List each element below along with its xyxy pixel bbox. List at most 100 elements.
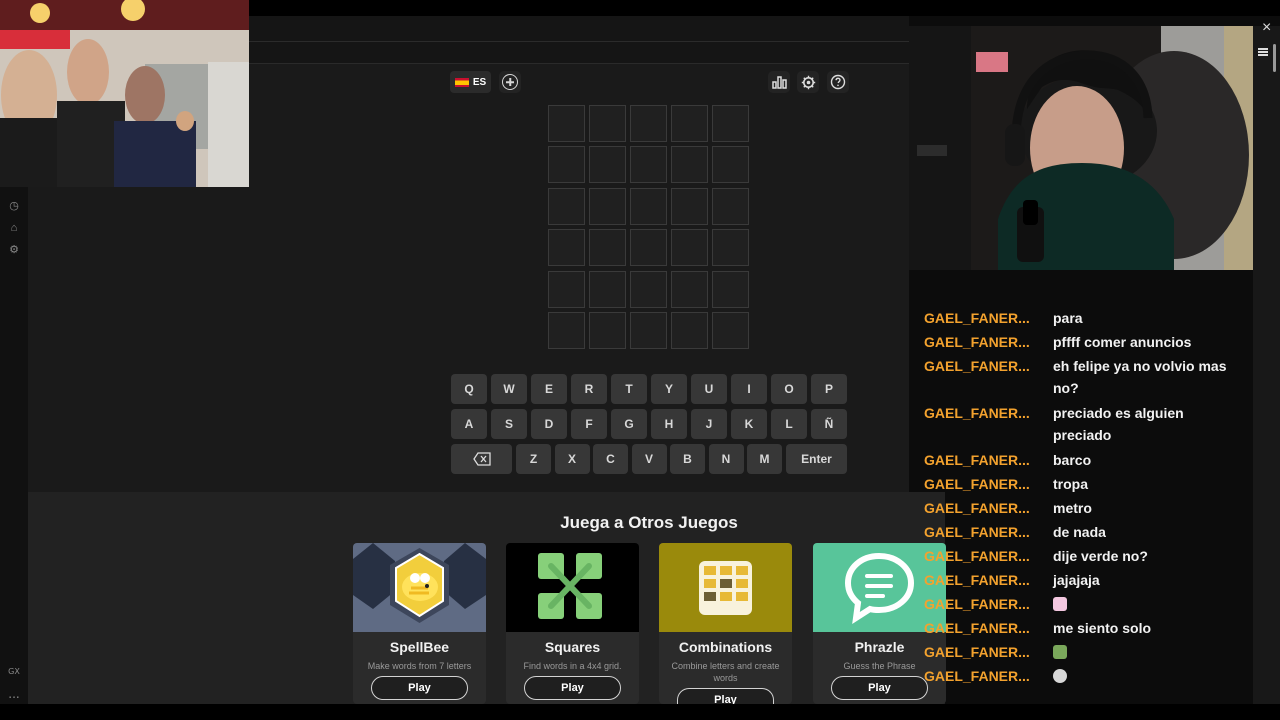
squares-card[interactable]: Squares Find words in a 4x4 grid. Play: [506, 543, 639, 704]
letter-tile: [630, 105, 667, 142]
letter-tile: [671, 146, 708, 184]
guest-camera-image: [0, 0, 249, 187]
key-i[interactable]: I: [731, 374, 767, 404]
extensions-icon[interactable]: ⌂: [7, 221, 21, 235]
backspace-icon: [472, 452, 491, 466]
squares-play-button[interactable]: Play: [524, 676, 621, 700]
chat-username[interactable]: GAEL_FANER...: [924, 331, 1042, 353]
letter-tile: [548, 311, 585, 349]
squares-description: Find words in a 4x4 grid.: [523, 661, 622, 671]
bee-icon: [353, 543, 486, 632]
gx-label[interactable]: GX: [4, 667, 24, 676]
key-c[interactable]: C: [593, 444, 628, 474]
backspace-key[interactable]: [451, 444, 512, 474]
spellbee-card[interactable]: SpellBee Make words from 7 letters Play: [353, 543, 486, 704]
settings-button[interactable]: [797, 71, 819, 93]
key-p[interactable]: P: [811, 374, 847, 404]
chat-username[interactable]: GAEL_FANER...: [924, 402, 1042, 424]
letter-tile: [548, 105, 585, 142]
key-z[interactable]: Z: [516, 444, 551, 474]
key-s[interactable]: S: [491, 409, 527, 439]
letter-tile: [712, 270, 749, 308]
chat-scrollbar[interactable]: [1273, 44, 1276, 72]
key-w[interactable]: W: [491, 374, 527, 404]
combinations-description: Combine letters and create words: [671, 661, 780, 683]
chat-username[interactable]: GAEL_FANER...: [924, 307, 1042, 329]
phrazle-description: Guess the Phrase: [843, 661, 916, 671]
key-l[interactable]: L: [771, 409, 807, 439]
settings-icon[interactable]: ⚙: [7, 243, 21, 257]
guess-grid: [548, 105, 750, 349]
key-m[interactable]: M: [747, 444, 782, 474]
menu-icon[interactable]: [1258, 48, 1268, 56]
letter-tile: [589, 229, 626, 267]
letter-tile: [630, 187, 667, 225]
gear-icon: [801, 75, 815, 89]
streamer-webcam: [909, 26, 1253, 270]
language-code: ES: [472, 76, 487, 88]
chat-username[interactable]: GAEL_FANER...: [924, 473, 1042, 495]
chat-username[interactable]: GAEL_FANER...: [924, 545, 1042, 567]
letter-tile: [589, 105, 626, 142]
key-a[interactable]: A: [451, 409, 487, 439]
key-b[interactable]: B: [670, 444, 705, 474]
letter-tile: [712, 105, 749, 142]
key-y[interactable]: Y: [651, 374, 687, 404]
history-icon[interactable]: ◷: [7, 199, 21, 213]
key-h[interactable]: H: [651, 409, 687, 439]
chat-text: dije verde no?: [1053, 548, 1148, 564]
key-v[interactable]: V: [631, 444, 667, 474]
chat-username[interactable]: GAEL_FANER...: [924, 355, 1042, 377]
plus-circle-icon: [502, 74, 518, 90]
chat-username[interactable]: GAEL_FANER...: [924, 449, 1042, 471]
emote-icon: [1053, 645, 1067, 660]
key-j[interactable]: J: [691, 409, 727, 439]
chat-username[interactable]: GAEL_FANER...: [924, 641, 1042, 663]
phrazle-play-button[interactable]: Play: [831, 676, 928, 700]
enter-key[interactable]: Enter: [786, 444, 847, 474]
language-selector[interactable]: ES: [450, 71, 491, 93]
key-e[interactable]: E: [531, 374, 567, 404]
close-icon[interactable]: ×: [1262, 19, 1271, 37]
key-g[interactable]: G: [611, 409, 647, 439]
chat-username[interactable]: GAEL_FANER...: [924, 497, 1042, 519]
key-d[interactable]: D: [531, 409, 567, 439]
key-r[interactable]: R: [571, 374, 607, 404]
spellbee-play-button[interactable]: Play: [371, 676, 468, 700]
key-t[interactable]: T: [611, 374, 647, 404]
letter-tile: [630, 229, 667, 267]
help-button[interactable]: [827, 71, 849, 93]
key-f[interactable]: F: [571, 409, 607, 439]
combinations-icon: [659, 543, 792, 632]
key-o[interactable]: O: [771, 374, 807, 404]
key-k[interactable]: K: [731, 409, 767, 439]
squares-title: Squares: [544, 639, 601, 655]
letter-tile: [671, 105, 708, 142]
letter-tile: [589, 187, 626, 225]
letter-tile: [712, 229, 749, 267]
letter-tile: [712, 146, 749, 184]
combinations-play-button[interactable]: Play: [677, 688, 774, 704]
spellbee-description: Make words from 7 letters: [367, 661, 472, 671]
add-game-button[interactable]: [499, 71, 521, 93]
letter-tile: [712, 311, 749, 349]
chat-username[interactable]: GAEL_FANER...: [924, 665, 1042, 687]
more-options-icon[interactable]: ...: [4, 687, 24, 701]
key-ñ[interactable]: Ñ: [811, 409, 847, 439]
chat-username[interactable]: GAEL_FANER...: [924, 593, 1042, 615]
key-u[interactable]: U: [691, 374, 727, 404]
spain-flag-icon: [454, 77, 469, 87]
stats-button[interactable]: [768, 71, 790, 93]
chat-username[interactable]: GAEL_FANER...: [924, 617, 1042, 639]
key-n[interactable]: N: [708, 444, 744, 474]
letter-tile: [712, 187, 749, 225]
chat-username[interactable]: GAEL_FANER...: [924, 521, 1042, 543]
letter-tile: [671, 187, 708, 225]
chat-username[interactable]: GAEL_FANER...: [924, 569, 1042, 591]
chat-text: me siento solo: [1053, 620, 1152, 636]
combinations-card[interactable]: Combinations Combine letters and create …: [659, 543, 792, 704]
bottom-bar: [0, 704, 1280, 720]
chat-text: jajajaja: [1053, 572, 1100, 588]
key-q[interactable]: Q: [451, 374, 487, 404]
key-x[interactable]: X: [554, 444, 590, 474]
